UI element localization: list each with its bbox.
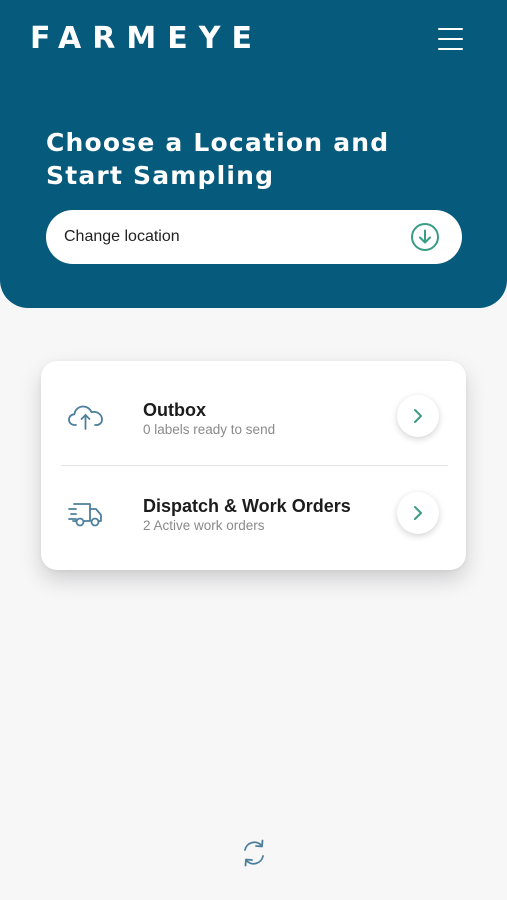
menu-line: [438, 38, 463, 40]
outbox-title: Outbox: [143, 400, 206, 420]
actions-card: Outbox 0 labels ready to send Dispatch &…: [41, 361, 466, 570]
delivery-truck-icon: [68, 503, 102, 527]
download-circle-icon: [411, 223, 439, 251]
chevron-right-icon: [414, 409, 422, 423]
change-location-label: Change location: [64, 228, 180, 245]
header: FARMEYE Choose a Location and Start Samp…: [0, 0, 507, 308]
outbox-open-button[interactable]: [397, 395, 439, 437]
outbox-subtitle: 0 labels ready to send: [143, 422, 276, 437]
refresh-icon[interactable]: [240, 838, 268, 868]
hamburger-menu-icon[interactable]: [436, 26, 466, 52]
dispatch-work-orders-row[interactable]: Dispatch & Work Orders 2 Active work ord…: [41, 465, 466, 569]
change-location-button[interactable]: Change location: [46, 210, 462, 264]
chevron-right-icon: [414, 506, 422, 520]
menu-line: [438, 28, 463, 30]
cloud-upload-icon: [68, 405, 103, 430]
outbox-row[interactable]: Outbox 0 labels ready to send: [41, 361, 466, 465]
dispatch-open-button[interactable]: [397, 492, 439, 534]
dispatch-work-orders-subtitle: 2 Active work orders: [143, 518, 265, 533]
page-title: Choose a Location and Start Sampling: [46, 128, 390, 190]
menu-line: [438, 48, 463, 50]
app-logo: FARMEYE: [30, 21, 263, 56]
dispatch-work-orders-title: Dispatch & Work Orders: [143, 496, 351, 516]
